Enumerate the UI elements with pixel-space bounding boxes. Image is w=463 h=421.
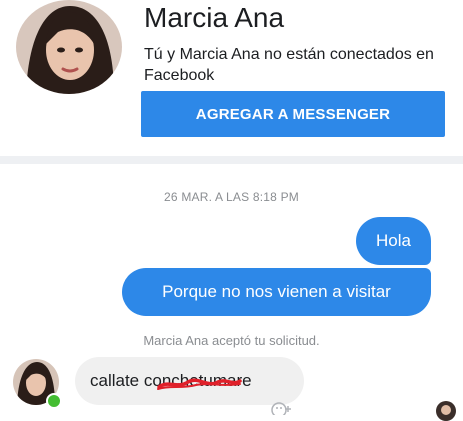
request-accepted-notice: Marcia Ana aceptó tu solicitud. xyxy=(143,333,320,348)
section-divider xyxy=(0,156,463,164)
outgoing-message-bubble[interactable]: Hola xyxy=(356,217,431,265)
contact-header: Marcia Ana Tú y Marcia Ana no están cone… xyxy=(0,0,463,156)
emoji-plus-icon[interactable] xyxy=(271,401,293,415)
censor-scribble xyxy=(157,378,242,390)
read-receipt-avatar xyxy=(436,401,456,421)
add-to-messenger-button[interactable]: AGREGAR A MESSENGER xyxy=(141,91,445,137)
contact-name: Marcia Ana xyxy=(144,2,285,33)
online-status-indicator xyxy=(46,393,62,409)
outgoing-message-bubble[interactable]: Porque no nos vienen a visitar xyxy=(122,268,431,316)
contact-avatar[interactable] xyxy=(16,0,122,94)
connection-status-text: Tú y Marcia Ana no están conectados en F… xyxy=(144,46,434,84)
message-timestamp: 26 MAR. A LAS 8:18 PM xyxy=(164,190,299,204)
